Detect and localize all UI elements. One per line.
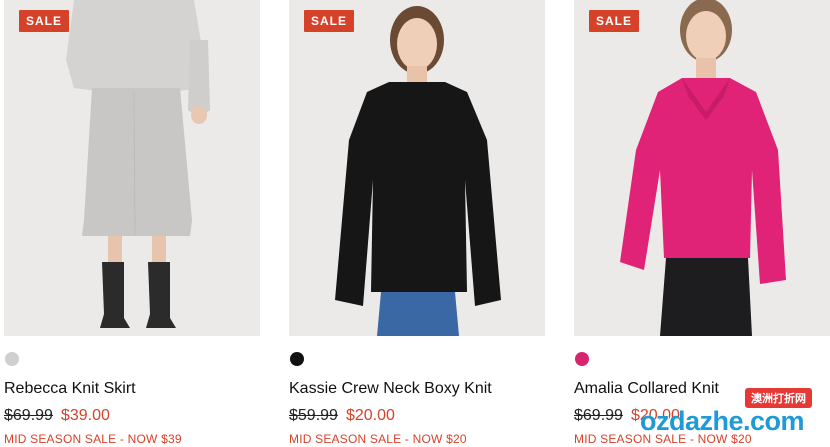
product-image[interactable]: SALE <box>574 0 830 336</box>
pink-knit-model-illustration <box>574 0 830 336</box>
color-swatch[interactable] <box>290 352 304 366</box>
sale-price: $39.00 <box>60 407 110 424</box>
price-row: $59.99 $20.00 <box>289 406 395 426</box>
sweater-model-illustration <box>289 0 545 336</box>
price-row: $69.99 $20.00 <box>574 406 680 426</box>
product-card: SALE Amalia Collared Knit $69.99 $20.00 M… <box>574 0 830 447</box>
product-card: SALE Kassie Crew Neck Boxy Knit $59.99 $2… <box>289 0 545 447</box>
color-swatch[interactable] <box>575 352 589 366</box>
product-name[interactable]: Amalia Collared Knit <box>574 379 719 399</box>
sale-badge: SALE <box>304 10 355 32</box>
color-swatch[interactable] <box>5 352 19 366</box>
product-image[interactable]: SALE <box>4 0 260 336</box>
product-name[interactable]: Rebecca Knit Skirt <box>4 379 136 399</box>
promo-text: MID SEASON SALE - NOW $39 <box>4 432 182 446</box>
skirt-model-illustration <box>4 0 260 336</box>
product-card: SALE Rebecca Knit Skirt $69.99 $39.00 MID… <box>4 0 260 447</box>
promo-text: MID SEASON SALE - NOW $20 <box>574 432 752 446</box>
price-row: $69.99 $39.00 <box>4 406 110 426</box>
product-grid: SALE Rebecca Knit Skirt $69.99 $39.00 MID… <box>0 0 830 447</box>
sale-badge: SALE <box>19 10 70 32</box>
original-price: $59.99 <box>289 407 338 424</box>
original-price: $69.99 <box>574 407 623 424</box>
sale-price: $20.00 <box>630 407 680 424</box>
product-name[interactable]: Kassie Crew Neck Boxy Knit <box>289 379 492 399</box>
sale-price: $20.00 <box>345 407 395 424</box>
promo-text: MID SEASON SALE - NOW $20 <box>289 432 467 446</box>
sale-badge: SALE <box>589 10 640 32</box>
original-price: $69.99 <box>4 407 53 424</box>
product-image[interactable]: SALE <box>289 0 545 336</box>
